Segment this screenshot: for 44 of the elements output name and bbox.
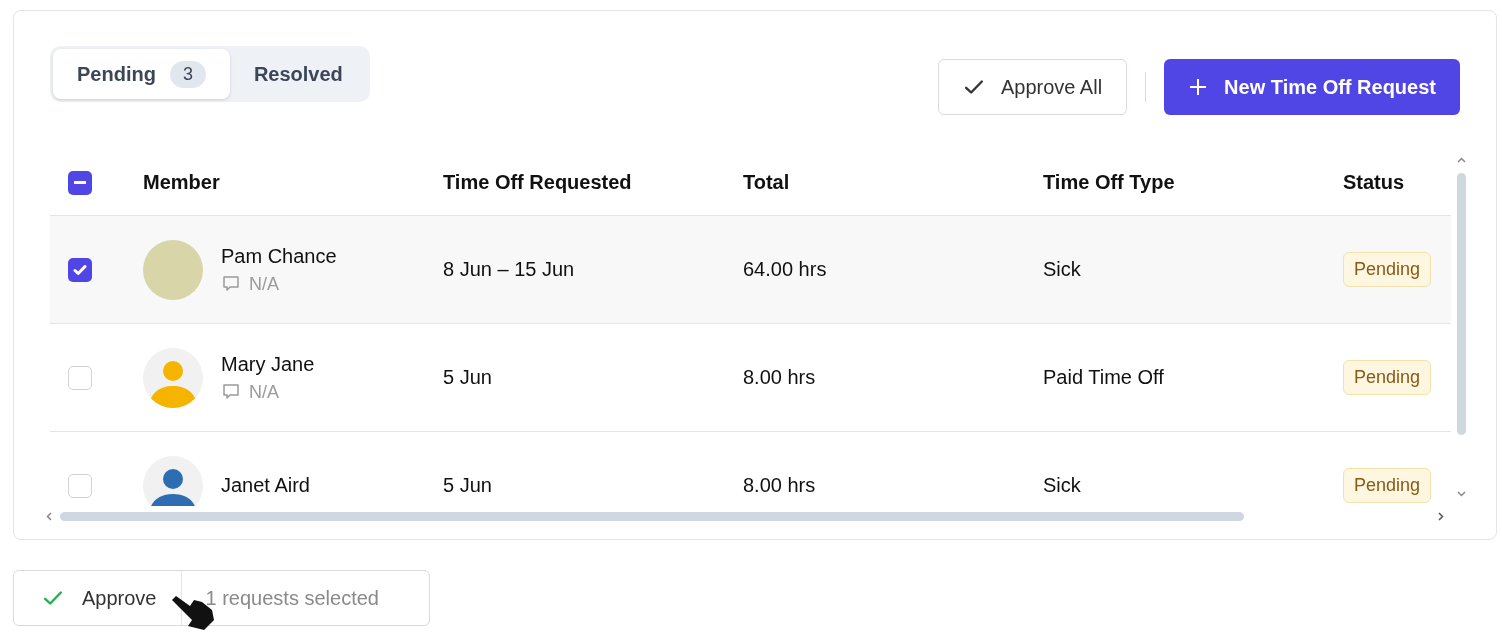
- scroll-up-icon[interactable]: [1457, 157, 1466, 163]
- count-badge: 3: [169, 60, 206, 88]
- row-checkbox[interactable]: [68, 365, 92, 390]
- select-all-checkbox[interactable]: [68, 170, 92, 195]
- row-checkbox[interactable]: [68, 257, 92, 282]
- table-cell-text: 64.00 hrs: [743, 258, 828, 281]
- member-name: Pam Chance: [221, 244, 337, 268]
- check-icon: [73, 262, 87, 277]
- selection-summary: 1 requests selected: [204, 586, 379, 610]
- scroll-right-icon[interactable]: [1438, 512, 1444, 521]
- minus-icon: [74, 180, 86, 185]
- status-badge: Pending: [1343, 252, 1432, 287]
- horizontal-scrollbar[interactable]: [60, 512, 1244, 521]
- table-cell-text: 5 Jun: [443, 474, 493, 497]
- tab[interactable]: Resolved: [229, 49, 367, 99]
- table-cell-text: 5 Jun: [443, 366, 493, 389]
- approve-button[interactable]: Approve: [14, 571, 182, 625]
- plus-icon: [1188, 77, 1209, 97]
- member-name: Mary Jane: [221, 352, 315, 376]
- table-cell-text: Sick: [1043, 474, 1082, 497]
- new-request-button[interactable]: New Time Off Request: [1164, 59, 1460, 115]
- note-text: N/A: [249, 381, 279, 403]
- approve-all-button[interactable]: Approve All: [937, 59, 1128, 115]
- column-header: Member: [143, 171, 221, 194]
- scroll-left-icon[interactable]: [46, 512, 52, 521]
- table-cell-text: 8.00 hrs: [743, 474, 817, 497]
- column-header: Time Off Requested: [443, 171, 633, 194]
- comment-icon: [221, 274, 241, 294]
- vertical-scrollbar[interactable]: [1457, 173, 1466, 435]
- table-cell-text: 8 Jun – 15 Jun: [443, 258, 576, 281]
- table-cell-text: 8.00 hrs: [743, 366, 817, 389]
- comment-icon: [221, 382, 241, 402]
- member-name: Janet Aird: [221, 474, 310, 497]
- status-badge: Pending: [1343, 468, 1432, 503]
- table-cell-text: Paid Time Off: [1043, 366, 1165, 389]
- row-checkbox[interactable]: [68, 473, 92, 498]
- column-header: Time Off Type: [1043, 171, 1176, 194]
- note-text: N/A: [249, 273, 279, 295]
- status-badge: Pending: [1343, 360, 1432, 395]
- scroll-down-icon[interactable]: [1457, 491, 1466, 497]
- table-cell-text: Sick: [1043, 258, 1082, 281]
- column-header: Total: [743, 171, 791, 194]
- column-header: Status: [1343, 171, 1406, 194]
- tab[interactable]: Pending 3: [53, 49, 230, 99]
